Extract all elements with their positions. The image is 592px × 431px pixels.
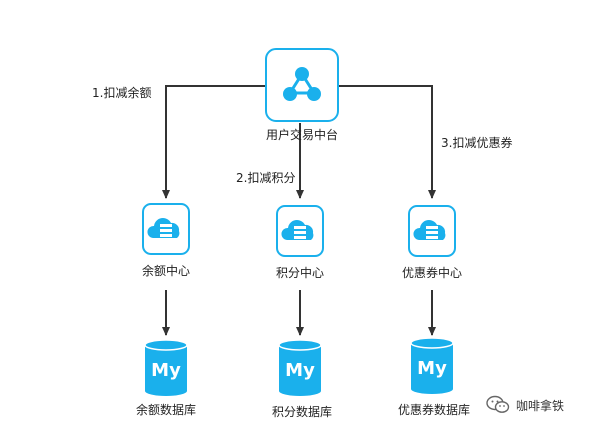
edge-label-balance: 1.扣减余额 — [92, 86, 152, 100]
hub-node — [265, 48, 339, 122]
database-logo-text: My — [285, 360, 315, 381]
database-node-coupon: My — [410, 337, 454, 394]
database-label-balance: 余额数据库 — [135, 403, 197, 417]
service-node-points — [276, 205, 324, 257]
edge-label-points: 2.扣减积分 — [236, 171, 296, 185]
service-label-balance: 余额中心 — [141, 264, 191, 278]
service-node-balance — [142, 203, 190, 255]
database-logo-text: My — [417, 358, 447, 379]
watermark-text: 咖啡拿铁 — [516, 398, 565, 413]
service-label-coupon: 优惠券中心 — [401, 266, 463, 280]
service-label-points: 积分中心 — [275, 266, 325, 280]
watermark: 咖啡拿铁 — [486, 394, 586, 416]
architecture-diagram: My My My — [142, 48, 456, 396]
wechat-icon — [486, 395, 510, 413]
edge-label-coupon: 3.扣减优惠券 — [441, 136, 513, 150]
database-logo-text: My — [151, 360, 181, 381]
service-node-coupon — [408, 205, 456, 257]
mysql-database-icon: My — [410, 337, 454, 394]
mysql-database-icon: My — [278, 339, 322, 396]
hub-label: 用户交易中台 — [265, 128, 339, 142]
mysql-database-icon: My — [144, 339, 188, 396]
database-label-coupon: 优惠券数据库 — [397, 403, 471, 417]
edge-hub-to-coupon — [338, 85, 436, 199]
database-label-points: 积分数据库 — [271, 405, 333, 419]
database-node-balance: My — [144, 339, 188, 396]
database-node-points: My — [278, 339, 322, 396]
